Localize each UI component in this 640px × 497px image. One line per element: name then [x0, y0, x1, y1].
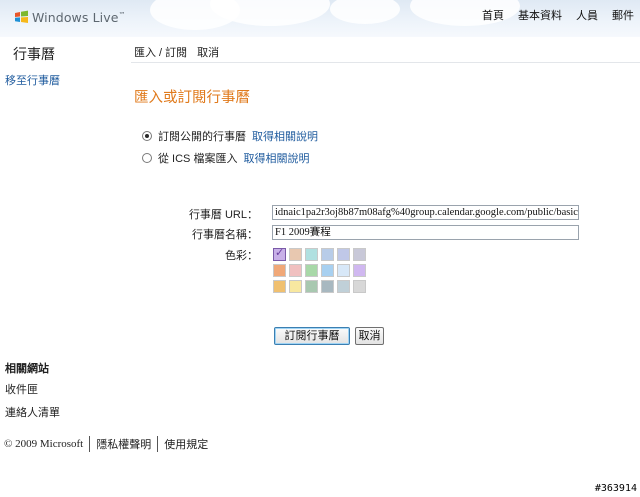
- toolbar-cancel-link[interactable]: 取消: [197, 44, 219, 60]
- import-subscribe-menu[interactable]: 匯入 / 訂閱: [134, 44, 187, 60]
- color-swatch[interactable]: [321, 264, 334, 277]
- copyright: © 2009 Microsoft: [4, 438, 84, 450]
- nav-mail[interactable]: 郵件: [612, 7, 634, 23]
- color-swatch[interactable]: [305, 264, 318, 277]
- footer-divider: [89, 436, 91, 452]
- color-swatch[interactable]: [273, 246, 286, 261]
- color-picker: [273, 246, 366, 293]
- toolbar: 匯入 / 訂閱 取消: [134, 44, 219, 60]
- windows-live-logo[interactable]: Windows Live™: [14, 6, 126, 28]
- subscribe-radio-label[interactable]: 訂閱公開的行事曆: [158, 128, 246, 144]
- nav-profile[interactable]: 基本資料: [518, 7, 562, 23]
- contacts-link[interactable]: 連絡人清單: [5, 404, 60, 420]
- import-ics-help-link[interactable]: 取得相關說明: [243, 150, 309, 166]
- nav-home[interactable]: 首頁: [482, 7, 504, 23]
- subscribe-calendar-button[interactable]: 訂閱行事曆: [274, 327, 350, 345]
- color-swatch[interactable]: [289, 264, 302, 277]
- top-nav: 首頁 基本資料 人員 郵件: [482, 7, 634, 23]
- calendar-name-input[interactable]: F1 2009賽程: [272, 225, 579, 240]
- import-ics-radio-label[interactable]: 從 ICS 檔案匯入: [158, 150, 237, 166]
- color-label: 色彩：: [225, 250, 258, 262]
- color-swatch[interactable]: [289, 280, 302, 293]
- calendar-url-label: 行事曆 URL：: [188, 209, 258, 221]
- color-swatch[interactable]: [273, 264, 286, 277]
- subscribe-help-link[interactable]: 取得相關說明: [252, 128, 318, 144]
- color-swatch[interactable]: [353, 248, 366, 261]
- nav-people[interactable]: 人員: [576, 7, 598, 23]
- windows-flag-icon: [15, 10, 28, 23]
- subscribe-radio[interactable]: [142, 131, 152, 141]
- color-swatch[interactable]: [353, 280, 366, 293]
- footer: © 2009 Microsoft 隱私權聲明 使用規定: [4, 436, 208, 452]
- color-swatch[interactable]: [305, 280, 318, 293]
- color-swatch[interactable]: [321, 280, 334, 293]
- toolbar-divider: [131, 62, 640, 63]
- calendar-name-label: 行事曆名稱：: [192, 229, 258, 241]
- color-swatch[interactable]: [273, 280, 286, 293]
- option-subscribe-public: 訂閱公開的行事曆 取得相關說明: [142, 128, 318, 144]
- page-heading: 匯入或訂閱行事曆: [134, 90, 250, 106]
- header-bar: Windows Live™ 首頁 基本資料 人員 郵件: [0, 0, 640, 37]
- sidebar-title: 行事曆: [13, 46, 55, 62]
- color-swatch[interactable]: [321, 248, 334, 261]
- logo-text: Windows Live™: [32, 9, 126, 25]
- color-swatch[interactable]: [337, 248, 350, 261]
- color-swatch[interactable]: [337, 264, 350, 277]
- color-swatch[interactable]: [337, 280, 350, 293]
- watermark: #363914: [593, 483, 638, 494]
- import-ics-radio[interactable]: [142, 153, 152, 163]
- terms-link[interactable]: 使用規定: [164, 436, 208, 452]
- inbox-link[interactable]: 收件匣: [5, 381, 38, 397]
- privacy-link[interactable]: 隱私權聲明: [96, 436, 151, 452]
- color-swatch[interactable]: [289, 248, 302, 261]
- cancel-button[interactable]: 取消: [355, 327, 384, 345]
- footer-divider: [157, 436, 159, 452]
- go-to-calendar-link[interactable]: 移至行事曆: [5, 72, 60, 88]
- color-swatch[interactable]: [353, 264, 366, 277]
- related-sites-title: 相關網站: [5, 363, 49, 375]
- option-import-ics: 從 ICS 檔案匯入 取得相關說明: [142, 150, 309, 166]
- color-swatch[interactable]: [305, 248, 318, 261]
- calendar-url-input[interactable]: idnaic1pa2r3oj8b87m08afg%40group.calenda…: [272, 205, 579, 220]
